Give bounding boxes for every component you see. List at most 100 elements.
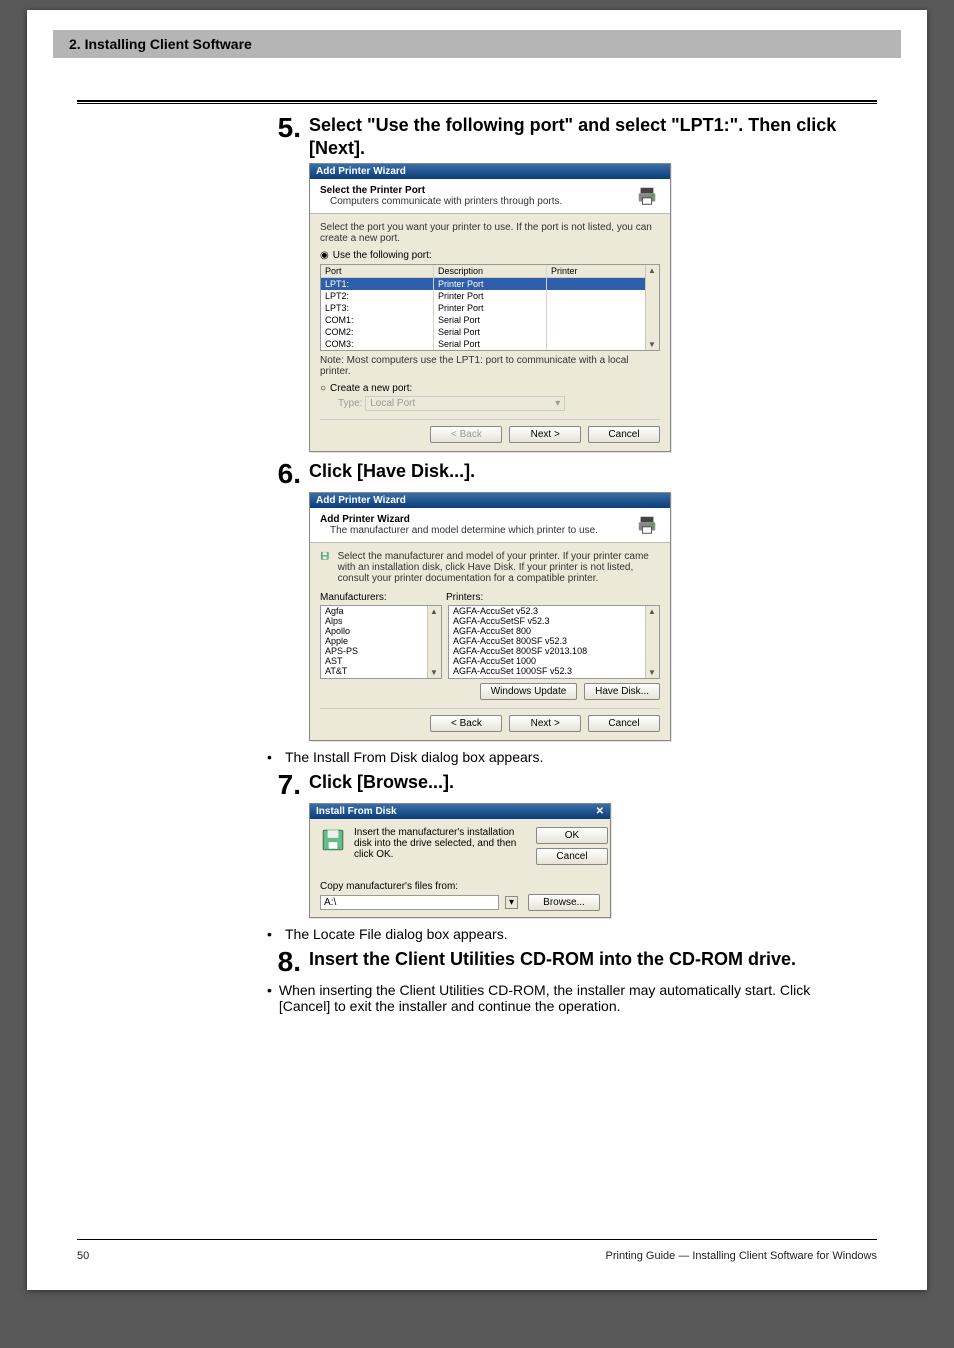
scrollbar[interactable]	[645, 606, 659, 678]
disk-icon	[320, 551, 330, 577]
add-printer-wizard-dialog: Add Printer Wizard Add Printer Wizard Th…	[309, 492, 671, 741]
type-dropdown: Local Port ▾	[365, 396, 565, 411]
radio-label: Use the following port:	[333, 250, 432, 261]
step-6: 6. Click [Have Disk...].	[267, 460, 857, 488]
radio-selected-icon: ◉	[320, 250, 329, 261]
dialog-titlebar: Add Printer Wizard	[310, 164, 670, 179]
scrollbar[interactable]	[427, 606, 441, 678]
step-instruction: Click [Browse...].	[309, 771, 857, 794]
list-item[interactable]: AST	[321, 656, 441, 666]
printers-listbox[interactable]: AGFA-AccuSet v52.3 AGFA-AccuSetSF v52.3 …	[448, 605, 660, 679]
dialog-header: Add Printer Wizard The manufacturer and …	[310, 508, 670, 543]
windows-update-button[interactable]: Windows Update	[480, 683, 578, 700]
table-row[interactable]: COM3:Serial Port	[321, 338, 659, 350]
dialog-intro-text: Select the port you want your printer to…	[320, 222, 660, 244]
next-button[interactable]: Next >	[509, 426, 581, 443]
list-item[interactable]: Apollo	[321, 626, 441, 636]
table-header-description: Description	[434, 265, 547, 277]
list-item[interactable]: Alps	[321, 616, 441, 626]
dialog-title: Install From Disk	[316, 806, 397, 817]
step-number: 8.	[267, 948, 301, 976]
list-item[interactable]: Agfa	[321, 606, 441, 616]
back-button[interactable]: < Back	[430, 426, 502, 443]
chapter-title-bar: 2. Installing Client Software	[53, 30, 901, 58]
step-8-note: • When inserting the Client Utilities CD…	[267, 982, 857, 1014]
list-item[interactable]: AT&T	[321, 666, 441, 676]
next-button[interactable]: Next >	[509, 715, 581, 732]
list-item[interactable]: Apple	[321, 636, 441, 646]
copy-from-input[interactable]	[320, 895, 499, 910]
dialog-subtitle: Add Printer Wizard	[320, 514, 598, 525]
step-number: 6.	[267, 460, 301, 488]
table-row[interactable]: LPT3:Printer Port	[321, 302, 659, 314]
list-item[interactable]: AGFA-AccuSetSF v52.3	[449, 616, 659, 626]
note-text: When inserting the Client Utilities CD-R…	[279, 982, 857, 1014]
list-item[interactable]: AGFA-AccuSet 1000	[449, 656, 659, 666]
table-row[interactable]: LPT1:Printer Port	[321, 278, 659, 290]
step-6-result: • The Install From Disk dialog box appea…	[267, 749, 857, 765]
document-page: 2. Installing Client Software 5. Select …	[27, 10, 927, 1290]
step-7: 7. Click [Browse...].	[267, 771, 857, 799]
table-header-printer: Printer	[547, 265, 659, 277]
copy-from-label: Copy manufacturer's files from:	[320, 881, 600, 892]
result-text: The Install From Disk dialog box appears…	[285, 749, 543, 765]
table-row[interactable]: COM2:Serial Port	[321, 326, 659, 338]
radio-label: Create a new port:	[330, 383, 412, 394]
list-item[interactable]: AGFA-AccuSet 1000SF v52.3	[449, 666, 659, 676]
step-number: 5.	[267, 114, 301, 142]
page-number: 50	[77, 1250, 89, 1262]
table-header-row: Port Description Printer	[321, 265, 659, 278]
step-number: 7.	[267, 771, 301, 799]
list-item[interactable]: AGFA-AccuSet 800	[449, 626, 659, 636]
radio-unselected-icon: ○	[320, 383, 326, 394]
ok-button[interactable]: OK	[536, 827, 608, 844]
cancel-button[interactable]: Cancel	[588, 715, 660, 732]
scrollbar[interactable]	[645, 265, 659, 350]
step-instruction: Select "Use the following port" and sele…	[309, 114, 857, 159]
cancel-button[interactable]: Cancel	[536, 848, 608, 865]
printer-icon	[634, 185, 660, 207]
table-header-port: Port	[321, 265, 434, 277]
step-8: 8. Insert the Client Utilities CD-ROM in…	[267, 948, 857, 976]
list-item[interactable]: APS-PS	[321, 646, 441, 656]
step-instruction: Click [Have Disk...].	[309, 460, 857, 483]
bullet-icon: •	[267, 982, 279, 998]
step-instruction: Insert the Client Utilities CD-ROM into …	[309, 948, 857, 971]
cancel-button[interactable]: Cancel	[588, 426, 660, 443]
table-row[interactable]: COM1:Serial Port	[321, 314, 659, 326]
type-label: Type:	[338, 398, 362, 409]
dialog-titlebar: Install From Disk ✕	[310, 804, 610, 819]
dialog-title: Add Printer Wizard	[316, 495, 406, 506]
back-button[interactable]: < Back	[430, 715, 502, 732]
chevron-down-icon: ▾	[555, 398, 560, 409]
list-item[interactable]: AGFA-AccuSet 800SF v52.3	[449, 636, 659, 646]
step-5: 5. Select "Use the following port" and s…	[267, 114, 857, 159]
table-row[interactable]: LPT2:Printer Port	[321, 290, 659, 302]
list-item[interactable]: AGFA-AccuSet v52.3	[449, 606, 659, 616]
dialog-title: Add Printer Wizard	[316, 166, 406, 177]
manufacturers-listbox[interactable]: Agfa Alps Apollo Apple APS-PS AST AT&T	[320, 605, 442, 679]
chevron-down-icon[interactable]: ▾	[505, 896, 518, 909]
result-text: The Locate File dialog box appears.	[285, 926, 508, 942]
manufacturers-label: Manufacturers:	[320, 592, 440, 603]
port-table[interactable]: Port Description Printer LPT1:Printer Po…	[320, 264, 660, 351]
bullet-icon: •	[267, 926, 285, 942]
close-icon[interactable]: ✕	[596, 806, 604, 817]
list-item[interactable]: AGFA-AccuSet 800SF v2013.108	[449, 646, 659, 656]
browse-button[interactable]: Browse...	[528, 894, 600, 911]
use-following-port-radio[interactable]: ◉ Use the following port:	[320, 250, 660, 261]
chapter-title: 2. Installing Client Software	[69, 36, 252, 52]
footer-right-text: Printing Guide — Installing Client Softw…	[606, 1250, 877, 1262]
main-content: 5. Select "Use the following port" and s…	[267, 114, 857, 1014]
disk-icon	[320, 827, 346, 853]
printers-label: Printers:	[446, 592, 660, 603]
dialog-intro-text: Select the manufacturer and model of you…	[338, 551, 660, 584]
bullet-icon: •	[267, 749, 285, 765]
dialog-header: Select the Printer Port Computers commun…	[310, 179, 670, 214]
dialog-subtitle: Select the Printer Port	[320, 185, 562, 196]
dialog-titlebar: Add Printer Wizard	[310, 493, 670, 508]
create-new-port-radio[interactable]: ○ Create a new port:	[320, 383, 660, 394]
dialog-message: Insert the manufacturer's installation d…	[354, 827, 528, 865]
have-disk-button[interactable]: Have Disk...	[584, 683, 660, 700]
port-note: Note: Most computers use the LPT1: port …	[320, 355, 660, 377]
